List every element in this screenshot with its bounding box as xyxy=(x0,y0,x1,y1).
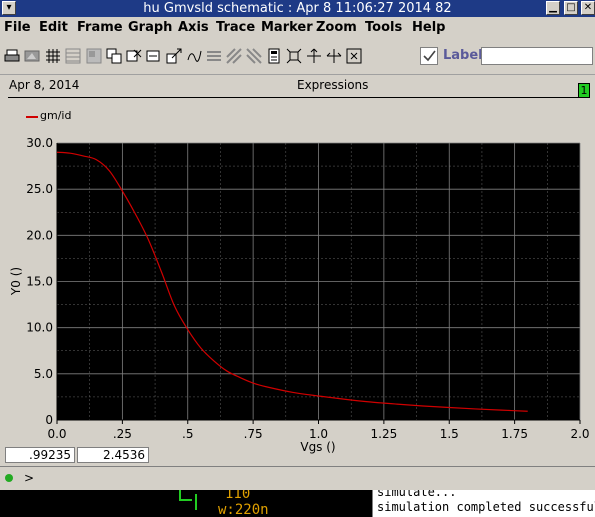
log-panel[interactable]: simulate... simulation completed success… xyxy=(372,490,595,517)
cursor-x-readout: .99235 xyxy=(5,447,75,463)
label-checkbox[interactable] xyxy=(420,47,438,65)
x-tick-label: 2.0 xyxy=(570,427,589,441)
print-preview-icon[interactable] xyxy=(24,48,40,64)
label-icon[interactable] xyxy=(166,48,182,64)
schematic-view[interactable]: 110 w:220n xyxy=(0,490,372,517)
x-tick-label: 0.0 xyxy=(47,427,66,441)
x-tick-label: .25 xyxy=(113,427,132,441)
display-icon[interactable] xyxy=(186,48,202,64)
menu-frame[interactable]: Frame xyxy=(77,17,123,39)
hatch-alt-icon[interactable] xyxy=(226,48,242,64)
y-tick-label: 10.0 xyxy=(26,321,53,335)
graph-date: Apr 8, 2014 xyxy=(9,78,80,92)
x-axis-label: Vgs () xyxy=(300,440,335,454)
title-bar[interactable]: hu Gmvsld schematic : Apr 8 11:06:27 201… xyxy=(0,0,595,17)
y-axis-label: Y0 () xyxy=(9,267,23,296)
move-icon[interactable] xyxy=(146,48,162,64)
label-toggle-text: Label xyxy=(443,48,483,63)
x-tick-label: 1.75 xyxy=(501,427,528,441)
menu-bar: File Edit Frame Graph Axis Trace Marker … xyxy=(0,17,595,39)
maximize-button[interactable]: □ xyxy=(564,1,578,15)
menu-axis[interactable]: Axis xyxy=(178,17,209,39)
schematic-wires xyxy=(179,490,197,510)
menu-trace[interactable]: Trace xyxy=(216,17,255,39)
menu-edit[interactable]: Edit xyxy=(39,17,68,39)
command-prompt[interactable]: > xyxy=(24,471,34,485)
menu-graph[interactable]: Graph xyxy=(128,17,172,39)
x-tick-label: 1.5 xyxy=(440,427,459,441)
expressions-title: Expressions xyxy=(297,78,369,92)
menu-zoom[interactable]: Zoom xyxy=(316,17,357,39)
zoom-fit-icon[interactable] xyxy=(346,48,362,64)
x-tick-label: .5 xyxy=(182,427,193,441)
subwindow-icon[interactable] xyxy=(86,48,102,64)
copy-icon[interactable] xyxy=(106,48,122,64)
zoom-y-icon[interactable] xyxy=(326,48,342,64)
y-tick-label: 15.0 xyxy=(26,275,53,289)
y-tick-label: 25.0 xyxy=(26,182,53,196)
status-indicator-icon xyxy=(5,474,13,482)
window-title: hu Gmvsld schematic : Apr 8 11:06:27 201… xyxy=(143,1,452,16)
minimize-button[interactable]: ▁ xyxy=(546,1,560,15)
grid-icon[interactable] xyxy=(45,48,61,64)
menu-marker[interactable]: Marker xyxy=(261,17,313,39)
log-line-2: simulation completed successful xyxy=(377,500,595,514)
zoom-x-icon[interactable] xyxy=(306,48,322,64)
command-bar xyxy=(0,466,595,491)
header-divider xyxy=(8,97,586,98)
x-tick-label: .75 xyxy=(244,427,263,441)
window-menu-button[interactable]: ▾ xyxy=(2,1,16,15)
x-tick-label: 1.0 xyxy=(309,427,328,441)
hatch-alt2-icon[interactable] xyxy=(246,48,262,64)
log-line-1: simulate... xyxy=(377,490,457,499)
calculator-icon[interactable] xyxy=(266,48,282,64)
menu-file[interactable]: File xyxy=(4,17,31,39)
page-number-badge[interactable]: 1 xyxy=(578,83,590,98)
y-tick-label: 0 xyxy=(45,413,53,427)
delete-icon[interactable] xyxy=(126,48,142,64)
print-icon[interactable] xyxy=(4,48,20,64)
cursor-y-readout: 2.4536 xyxy=(77,447,149,463)
fit-icon[interactable] xyxy=(286,48,302,64)
legend-swatch xyxy=(26,116,38,118)
plot-area[interactable]: 0.0 .25 .5 .75 1.0 1.25 1.5 1.75 2.0 0 5.0 10.0 15.0… xyxy=(0,120,595,460)
strip-icon[interactable] xyxy=(65,48,81,64)
y-tick-label: 30.0 xyxy=(26,136,53,150)
y-tick-label: 5.0 xyxy=(34,367,53,381)
close-button[interactable]: ✕ xyxy=(581,1,595,15)
x-tick-label: 1.25 xyxy=(371,427,398,441)
menu-help[interactable]: Help xyxy=(412,17,445,39)
hatch-icon[interactable] xyxy=(206,48,222,64)
label-input[interactable] xyxy=(481,47,593,65)
menu-tools[interactable]: Tools xyxy=(365,17,402,39)
y-tick-label: 20.0 xyxy=(26,228,53,242)
